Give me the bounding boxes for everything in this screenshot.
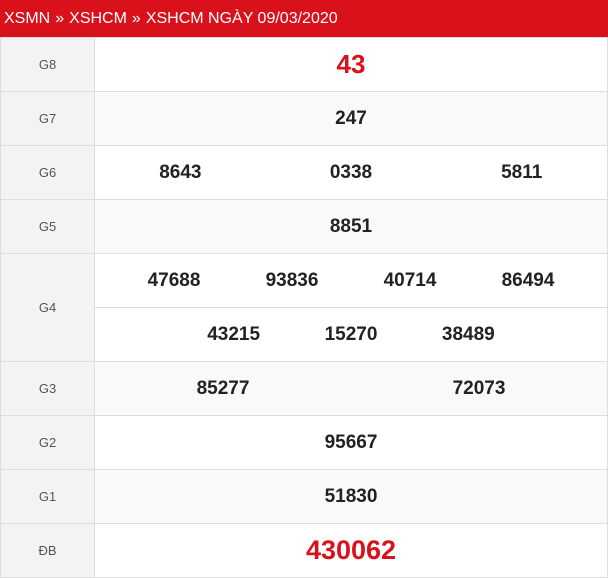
- results-table: G8 43 G7 247 G6 8643 0338 5811 G5 8851 G…: [0, 37, 608, 578]
- prize-label: G5: [0, 199, 95, 254]
- prize-row-g2: G2 95667: [0, 415, 608, 470]
- prize-number: 8643: [159, 161, 202, 183]
- prize-number: 95667: [324, 431, 378, 453]
- prize-label: G8: [0, 37, 95, 92]
- prize-number: 72073: [452, 377, 506, 399]
- prize-number: 15270: [324, 323, 378, 345]
- prize-label: G2: [0, 415, 95, 470]
- prize-number: 38489: [441, 323, 495, 345]
- prize-label: G7: [0, 91, 95, 146]
- prize-number: 47688: [147, 269, 201, 291]
- breadcrumb-current-title[interactable]: XSHCM NGÀY 09/03/2020: [146, 10, 338, 28]
- prize-label: G6: [0, 145, 95, 200]
- prize-number: 247: [335, 107, 367, 129]
- prize-number: 51830: [324, 485, 378, 507]
- breadcrumb-separator: »: [131, 9, 141, 27]
- prize-number: 0338: [329, 161, 373, 183]
- breadcrumb-separator: »: [55, 9, 65, 27]
- prize-label: G4: [0, 253, 95, 362]
- prize-row-g1: G1 51830: [0, 469, 608, 524]
- prize-row-g7: G7 247: [0, 91, 608, 146]
- breadcrumb-link-xshcm[interactable]: XSHCM: [69, 10, 127, 28]
- prize-row-g4: G4 47688 93836 40714 86494 43215 15270 3…: [0, 253, 608, 362]
- prize-label: ĐB: [0, 523, 95, 578]
- breadcrumb-link-xsmn[interactable]: XSMN: [4, 10, 50, 28]
- prize-row-g6: G6 8643 0338 5811: [0, 145, 608, 200]
- prize-number: 93836: [265, 269, 319, 291]
- prize-row-g3: G3 85277 72073: [0, 361, 608, 416]
- prize-label: G3: [0, 361, 95, 416]
- prize-label: G1: [0, 469, 95, 524]
- lottery-result-widget: XSMN » XSHCM » XSHCM NGÀY 09/03/2020 G8 …: [0, 0, 608, 578]
- prize-number: 43215: [207, 323, 261, 345]
- prize-number: 85277: [196, 377, 250, 399]
- prize-row-db: ĐB 430062: [0, 523, 608, 578]
- prize-row-g5: G5 8851: [0, 199, 608, 254]
- prize-number: 5811: [501, 161, 543, 183]
- breadcrumb-header: XSMN » XSHCM » XSHCM NGÀY 09/03/2020: [0, 0, 608, 37]
- prize-row-g8: G8 43: [0, 37, 608, 92]
- prize-number: 86494: [501, 269, 555, 291]
- prize-number: 43: [336, 49, 366, 79]
- special-prize-number: 430062: [305, 535, 397, 565]
- prize-number: 8851: [329, 215, 373, 237]
- prize-number: 40714: [383, 269, 437, 291]
